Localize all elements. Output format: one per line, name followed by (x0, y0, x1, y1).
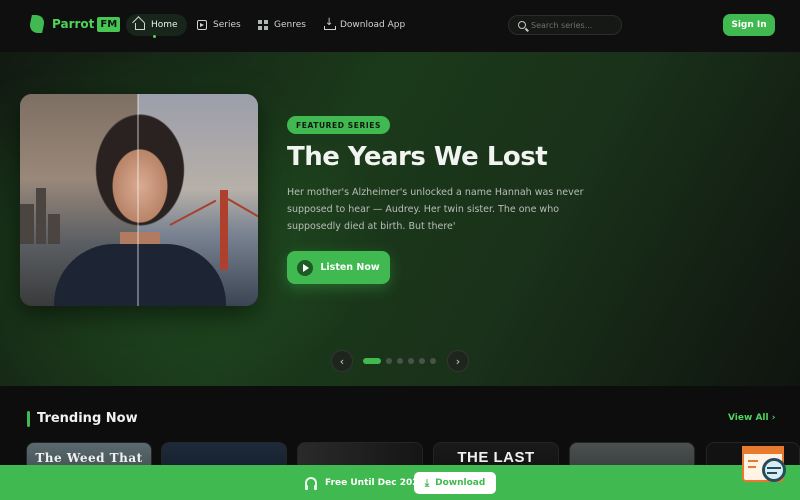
featured-hero: FEATURED SERIES The Years We Lost Her mo… (0, 52, 800, 386)
download-button[interactable]: ⤓ Download (414, 472, 496, 494)
free-promo-text: Free Until Dec 2026 (325, 478, 425, 488)
play-icon (297, 259, 314, 276)
search-icon (518, 21, 526, 29)
featured-badge: FEATURED SERIES (287, 116, 391, 134)
genres-icon (258, 20, 268, 30)
featured-description: Her mother's Alzheimer's unlocked a name… (287, 187, 584, 232)
home-icon (135, 23, 145, 30)
listen-now-label: Listen Now (320, 262, 380, 273)
carousel-dot[interactable] (397, 358, 403, 364)
nav-item-genres[interactable]: Genres (258, 14, 306, 36)
brand-logo[interactable]: Parrot FM (28, 15, 121, 33)
view-all-link[interactable]: View All › (728, 413, 775, 423)
nav-item-label: Download App (340, 20, 406, 30)
carousel-dot[interactable] (363, 358, 381, 364)
download-icon (324, 17, 336, 30)
brand-name: Parrot (52, 17, 95, 31)
search-input[interactable] (531, 20, 611, 30)
nav-item-series[interactable]: Series (197, 14, 241, 36)
card-title: The Weed That (35, 451, 143, 465)
carousel-next-button[interactable]: › (447, 350, 469, 372)
carousel-dot[interactable] (408, 358, 414, 364)
featured-cover-image[interactable] (20, 94, 258, 306)
carousel-dot[interactable] (386, 358, 392, 364)
headphones-icon (305, 477, 317, 490)
nav-item-label: Series (213, 20, 241, 30)
search-box[interactable] (508, 15, 622, 35)
brand-suffix: FM (97, 16, 121, 32)
nav-item-download-app[interactable]: Download App (324, 14, 405, 36)
nav-item-label: Genres (274, 20, 306, 30)
listen-now-button[interactable]: Listen Now (287, 251, 390, 284)
download-button-label: Download (435, 478, 486, 488)
card-title: THE LAST (457, 449, 535, 466)
carousel-dot[interactable] (430, 358, 436, 364)
search-assistant-widget-icon[interactable] (742, 446, 790, 488)
nav-item-label: Home (151, 20, 178, 30)
featured-title: The Years We Lost (287, 142, 548, 172)
nav-item-home[interactable]: Home (126, 14, 187, 36)
top-navigation: Parrot FM Home Series Genres Download Ap… (0, 0, 800, 52)
section-accent-bar (27, 411, 30, 427)
active-indicator-dot (153, 35, 156, 38)
series-icon (197, 20, 207, 30)
parrot-leaf-icon (28, 15, 46, 33)
carousel-prev-button[interactable]: ‹ (331, 350, 353, 372)
trending-title: Trending Now (37, 411, 138, 426)
download-icon: ⤓ (424, 477, 430, 489)
sign-in-button[interactable]: Sign In (723, 14, 775, 36)
carousel-dot[interactable] (419, 358, 425, 364)
